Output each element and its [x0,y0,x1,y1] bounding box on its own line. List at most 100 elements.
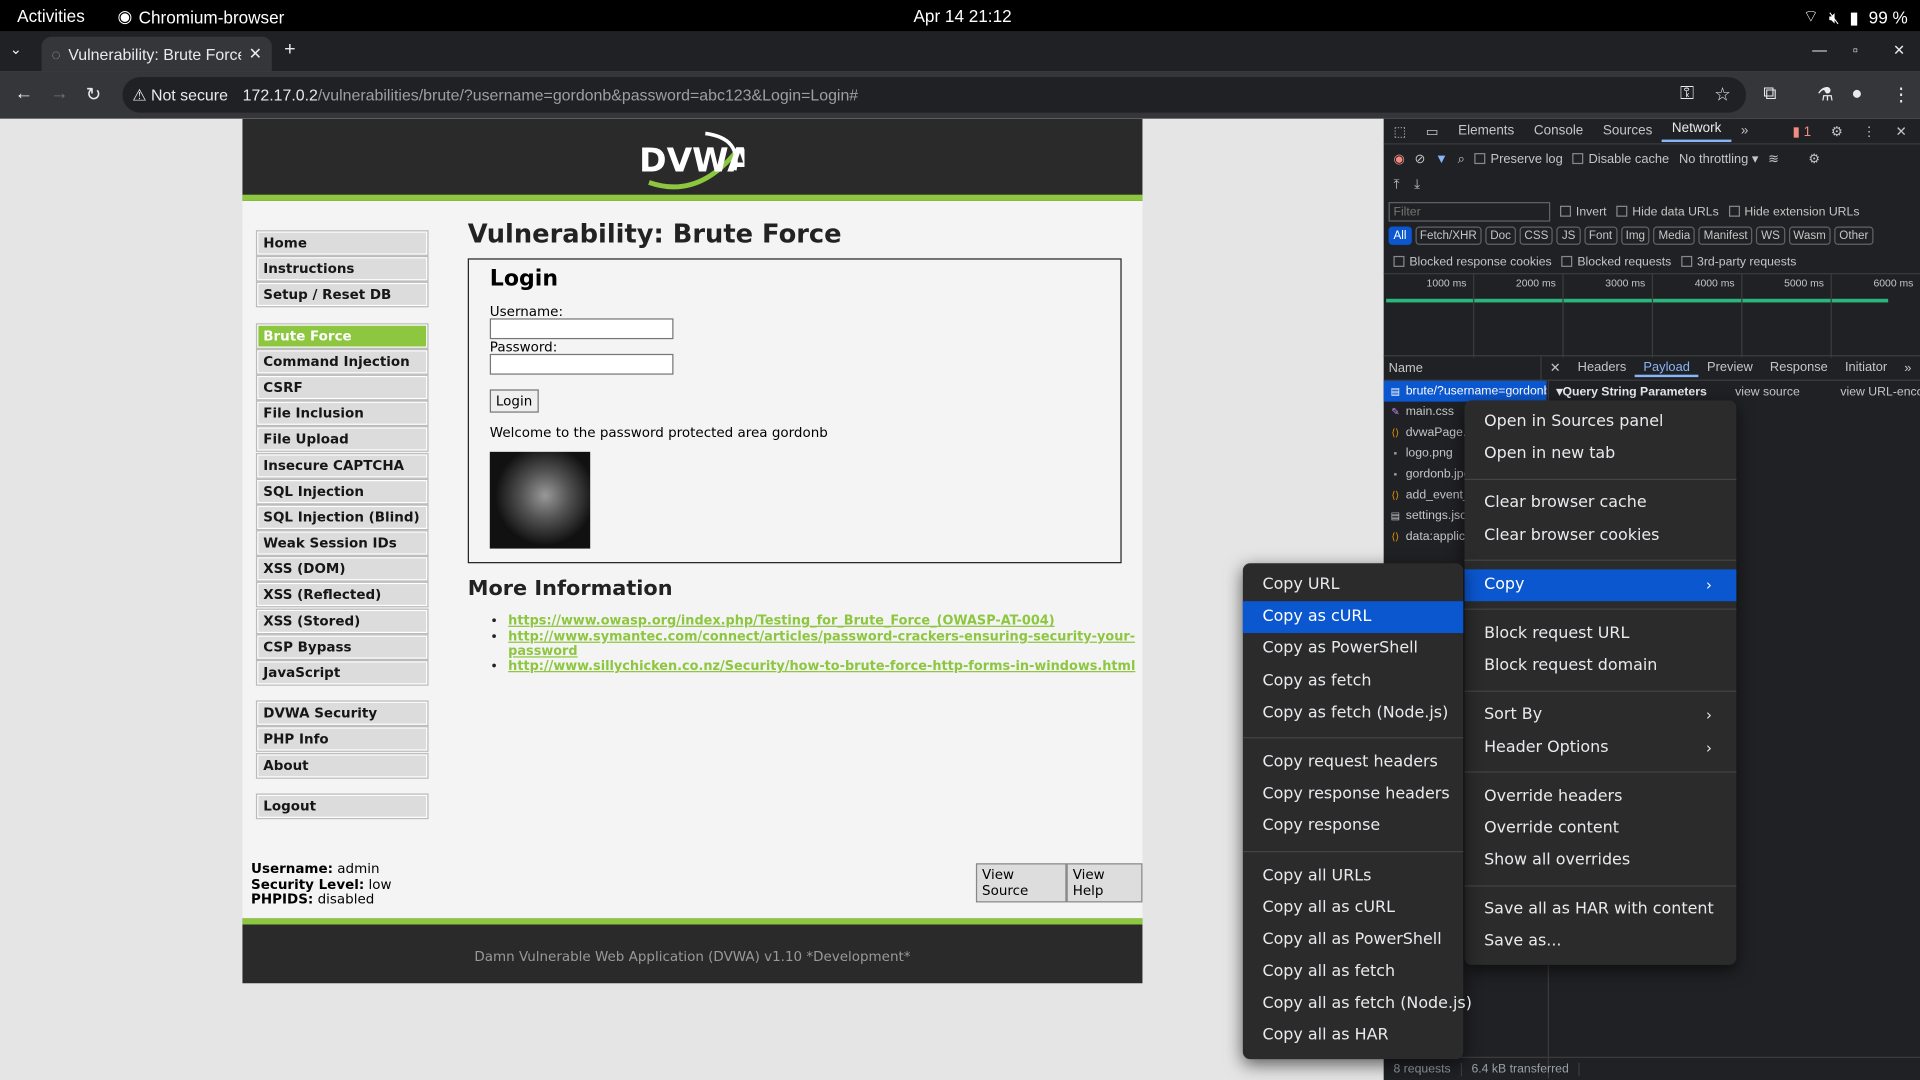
reference-link[interactable]: http://www.sillychicken.co.nz/Security/h… [508,659,1135,674]
reload-icon[interactable]: ↻ [86,83,101,105]
menu-item-brute-force[interactable]: Brute Force [255,322,429,349]
new-tab-icon[interactable]: + [284,39,295,61]
menu-item-javascript[interactable]: JavaScript [255,660,429,686]
browser-tab[interactable]: ◌ Vulnerability: Brute Force ✕ [41,36,272,72]
menu-item-xss-stored[interactable]: XSS (Stored) [255,608,429,634]
menu-item-copy-all-as-curl[interactable]: Copy all as cURL [1243,892,1463,924]
forward-icon[interactable]: → [50,83,68,104]
menu-item-xss-reflected[interactable]: XSS (Reflected) [255,582,429,608]
issues-badge[interactable]: ▮ 1 [1783,123,1821,139]
username-input[interactable] [489,318,674,340]
menu-item-home[interactable]: Home [255,230,429,256]
view-source-button[interactable]: View Source [975,863,1067,903]
menu-item-instructions[interactable]: Instructions [255,256,429,282]
type-filter-ws[interactable]: WS [1756,226,1785,245]
export-har-icon[interactable]: ⤓ [1414,177,1420,193]
menu-item-weak-session-ids[interactable]: Weak Session IDs [255,530,429,556]
extensions-icon[interactable]: ⧉ [1763,83,1776,104]
tab-network[interactable]: Network [1662,121,1732,142]
type-filter-all[interactable]: All [1388,226,1412,245]
menu-item-clear-browser-cache[interactable]: Clear browser cache [1464,488,1736,520]
detail-tab-payload[interactable]: Payload [1634,359,1699,377]
disable-cache-checkbox[interactable]: Disable cache [1572,152,1669,167]
menu-item-block-request-domain[interactable]: Block request domain [1464,650,1736,682]
blocked-cookies-checkbox[interactable]: Blocked response cookies [1393,255,1552,269]
tab-elements[interactable]: Elements [1448,124,1524,139]
tab-sources[interactable]: Sources [1593,124,1662,139]
menu-item-copy-as-fetch-node-js[interactable]: Copy as fetch (Node.js) [1243,698,1463,730]
login-button[interactable]: Login [489,389,539,413]
type-filter-manifest[interactable]: Manifest [1698,226,1753,245]
menu-item-setup-reset-db[interactable]: Setup / Reset DB [255,282,429,308]
menu-item-copy-as-powershell[interactable]: Copy as PowerShell [1243,634,1463,666]
menu-item-file-inclusion[interactable]: File Inclusion [255,400,429,427]
key-icon[interactable]: ⚿ [1680,83,1694,104]
type-filter-css[interactable]: CSS [1519,226,1554,245]
system-tray[interactable]: ⌔ 🔇︎ ▮ 99 % [1803,6,1908,28]
url-text[interactable]: 172.17.0.2/vulnerabilities/brute/?userna… [243,86,859,104]
network-timeline[interactable]: 1000 ms 2000 ms 3000 ms 4000 ms 5000 ms 6000 … [1383,273,1920,358]
request-row[interactable]: ▤ brute/?username=gordonb [1383,380,1547,402]
reference-link[interactable]: http://www.symantec.com/connect/articles… [508,629,1135,658]
third-party-checkbox[interactable]: 3rd-party requests [1681,255,1796,269]
close-devtools-icon[interactable]: ✕ [1886,123,1917,139]
tab-search-icon[interactable]: ⌄ [10,40,22,57]
type-filter-other[interactable]: Other [1834,226,1874,245]
menu-item-block-request-url[interactable]: Block request URL [1464,618,1736,650]
menu-item-override-headers[interactable]: Override headers [1464,781,1736,813]
type-filter-media[interactable]: Media [1653,226,1696,245]
password-input[interactable] [489,353,674,375]
type-filter-doc[interactable]: Doc [1485,226,1516,245]
menu-item-clear-browser-cookies[interactable]: Clear browser cookies [1464,520,1736,552]
menu-item-open-in-sources-panel[interactable]: Open in Sources panel [1464,407,1736,439]
close-detail-icon[interactable]: ✕ [1541,361,1569,376]
menu-item-insecure-captcha[interactable]: Insecure CAPTCHA [255,452,429,479]
not-secure-indicator[interactable]: ⚠ Not secure [132,85,228,105]
activities-button[interactable]: Activities [17,6,85,26]
menu-item-sql-injection-blind[interactable]: SQL Injection (Blind) [255,504,429,531]
menu-item-copy-all-urls[interactable]: Copy all URLs [1243,860,1463,892]
menu-item-override-content[interactable]: Override content [1464,813,1736,845]
type-filter-js[interactable]: JS [1556,226,1581,245]
menu-item-copy-url[interactable]: Copy URL [1243,569,1463,601]
close-tab-icon[interactable]: ✕ [249,44,262,64]
menu-item-copy-request-headers[interactable]: Copy request headers [1243,747,1463,779]
view-help-button[interactable]: View Help [1066,863,1143,903]
back-icon[interactable]: ← [15,83,33,104]
invert-checkbox[interactable]: Invert [1560,205,1607,219]
menu-item-save-all-as-har-with-content[interactable]: Save all as HAR with content [1464,894,1736,926]
menu-item-logout[interactable]: Logout [255,793,429,819]
minimize-icon[interactable]: — [1812,42,1827,59]
device-toolbar-icon[interactable]: ▭ [1416,123,1448,139]
menu-item-copy-all-as-powershell[interactable]: Copy all as PowerShell [1243,924,1463,956]
import-har-icon[interactable]: ⤒ [1393,177,1399,193]
hide-data-urls-checkbox[interactable]: Hide data URLs [1616,205,1719,219]
clear-icon[interactable]: ⊘ [1414,152,1425,167]
menu-item-header-options[interactable]: Header Options › [1464,732,1736,764]
type-filter-wasm[interactable]: Wasm [1788,226,1831,245]
detail-tab-initiator[interactable]: Initiator [1836,359,1895,376]
type-filter-font[interactable]: Font [1583,226,1618,245]
hide-extension-urls-checkbox[interactable]: Hide extension URLs [1728,205,1859,219]
menu-item-php-info[interactable]: PHP Info [255,726,429,753]
search-icon[interactable]: ⌕ [1458,151,1465,167]
network-conditions-icon[interactable]: ≋ [1768,152,1779,167]
detail-tab-headers[interactable]: Headers [1569,359,1635,376]
menu-item-sort-by[interactable]: Sort By › [1464,700,1736,732]
tab-console[interactable]: Console [1524,124,1593,139]
menu-item-show-all-overrides[interactable]: Show all overrides [1464,845,1736,877]
menu-item-copy-all-as-har[interactable]: Copy all as HAR [1243,1021,1463,1053]
close-window-icon[interactable]: ✕ [1893,42,1905,59]
view-url-encoded-link[interactable]: view URL-encoded [1840,386,1920,399]
filter-icon[interactable]: ▼ [1435,152,1448,167]
more-tabs-icon[interactable]: » [1731,124,1758,139]
more-detail-tabs-icon[interactable]: » [1896,361,1920,376]
menu-item-copy-all-as-fetch[interactable]: Copy all as fetch [1243,956,1463,988]
throttling-select[interactable]: No throttling ▾ [1679,152,1758,167]
menu-item-copy[interactable]: Copy › [1464,569,1737,602]
profile-icon[interactable]: ● [1851,83,1862,104]
menu-item-csrf[interactable]: CSRF [255,374,429,401]
blocked-requests-checkbox[interactable]: Blocked requests [1561,255,1671,269]
menu-item-about[interactable]: About [255,752,429,779]
menu-item-command-injection[interactable]: Command Injection [255,348,429,375]
